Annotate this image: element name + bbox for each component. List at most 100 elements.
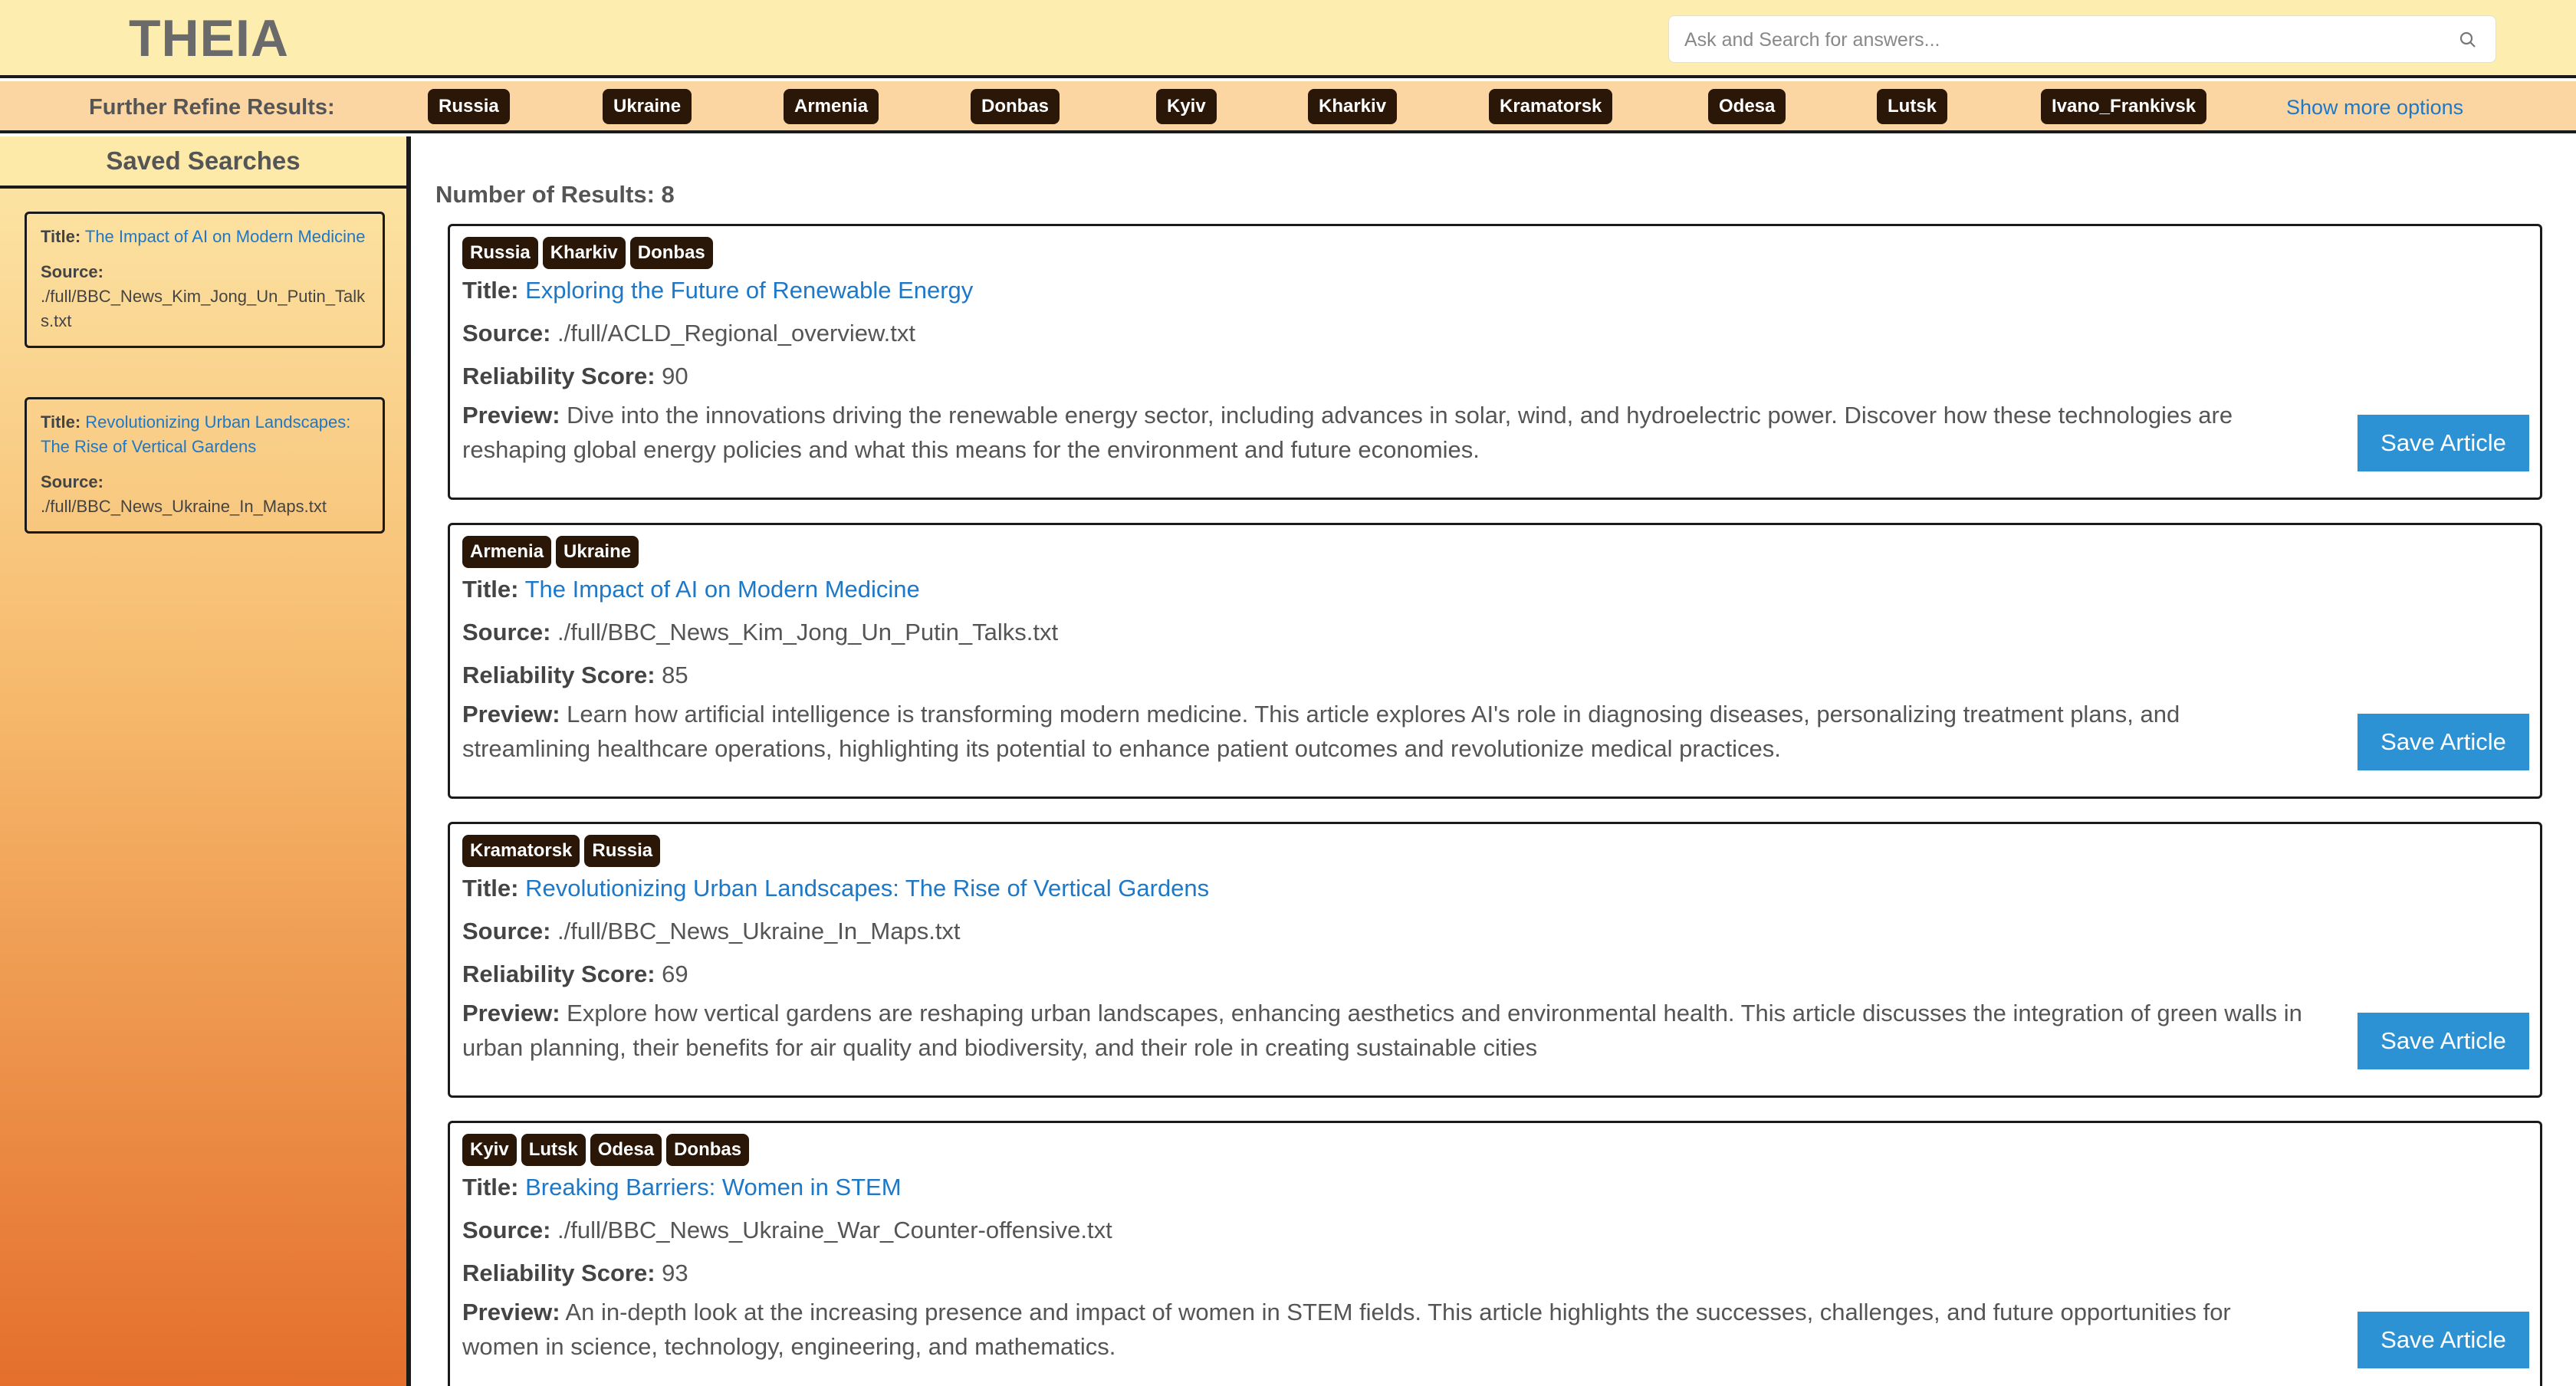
result-source: ./full/BBC_News_Ukraine_War_Counter-offe… — [557, 1217, 1112, 1243]
result-tags: Kyiv Lutsk Odesa Donbas — [462, 1134, 750, 1166]
saved-search-card[interactable]: Title: The Impact of AI on Modern Medici… — [25, 212, 385, 348]
show-more-options-link[interactable]: Show more options — [2286, 81, 2463, 133]
title-label: Title: — [462, 277, 519, 304]
result-score-row: Reliability Score: 90 — [462, 363, 688, 390]
result-source-row: Source: ./full/BBC_News_Ukraine_In_Maps.… — [462, 918, 961, 945]
preview-label: Preview: — [462, 1000, 560, 1026]
result-title-row: Title: Revolutionizing Urban Landscapes:… — [462, 875, 1209, 902]
result-source-row: Source: ./full/BBC_News_Kim_Jong_Un_Puti… — [462, 619, 1058, 646]
search-icon[interactable] — [2459, 31, 2477, 49]
result-score-row: Reliability Score: 85 — [462, 662, 688, 689]
result-preview-text: Learn how artificial intelligence is tra… — [462, 701, 2180, 762]
result-tag[interactable]: Russia — [462, 237, 538, 269]
result-card: Kramatorsk Russia Title: Revolutionizing… — [448, 822, 2542, 1098]
app-logo[interactable]: THEIA — [129, 8, 289, 69]
result-title-link[interactable]: The Impact of AI on Modern Medicine — [525, 576, 920, 603]
results-count: Number of Results: 8 — [435, 181, 675, 208]
saved-search-source: ./full/BBC_News_Ukraine_In_Maps.txt — [41, 497, 327, 516]
save-article-button[interactable]: Save Article — [2358, 1312, 2529, 1368]
source-label: Source: — [41, 262, 104, 281]
score-label: Reliability Score: — [462, 1260, 656, 1286]
search-input[interactable] — [1684, 16, 2420, 64]
result-tag[interactable]: Kharkiv — [542, 237, 626, 269]
result-score: 85 — [662, 662, 688, 688]
result-preview: Preview: Dive into the innovations drivi… — [462, 398, 2302, 467]
result-score: 90 — [662, 363, 688, 389]
source-label: Source: — [462, 619, 551, 645]
result-tag[interactable]: Donbas — [629, 237, 713, 269]
result-score-row: Reliability Score: 93 — [462, 1260, 688, 1287]
refine-tag-lutsk[interactable]: Lutsk — [1877, 89, 1948, 124]
header: THEIA — [0, 0, 2576, 78]
title-label: Title: — [41, 227, 81, 246]
saved-search-title-row: Title: Revolutionizing Urban Landscapes:… — [41, 410, 369, 459]
result-score: 93 — [662, 1260, 688, 1286]
saved-search-title-row: Title: The Impact of AI on Modern Medici… — [41, 225, 369, 249]
title-label: Title: — [462, 875, 519, 902]
refine-tag-russia[interactable]: Russia — [428, 89, 510, 124]
result-tags: Kramatorsk Russia — [462, 835, 661, 867]
saved-searches-heading: Saved Searches — [0, 136, 406, 189]
result-source: ./full/BBC_News_Ukraine_In_Maps.txt — [557, 918, 961, 944]
result-title-row: Title: Breaking Barriers: Women in STEM — [462, 1174, 902, 1201]
result-tag[interactable]: Lutsk — [521, 1134, 586, 1166]
result-tag[interactable]: Ukraine — [556, 536, 639, 568]
refine-tag-kramatorsk[interactable]: Kramatorsk — [1489, 89, 1613, 124]
title-label: Title: — [462, 1174, 519, 1200]
saved-search-source-row: Source: ./full/BBC_News_Ukraine_In_Maps.… — [41, 470, 369, 519]
result-card: Kyiv Lutsk Odesa Donbas Title: Breaking … — [448, 1121, 2542, 1386]
result-title-row: Title: The Impact of AI on Modern Medici… — [462, 576, 920, 603]
result-score-row: Reliability Score: 69 — [462, 961, 688, 988]
refine-bar: Further Refine Results: Russia Ukraine A… — [0, 81, 2576, 133]
result-source: ./full/ACLD_Regional_overview.txt — [557, 320, 915, 346]
result-tag[interactable]: Armenia — [462, 536, 552, 568]
refine-tag-ivano-frankivsk[interactable]: Ivano_Frankivsk — [2041, 89, 2207, 124]
saved-search-title-link[interactable]: Revolutionizing Urban Landscapes: The Ri… — [41, 412, 350, 456]
refine-label: Further Refine Results: — [89, 95, 335, 120]
refine-tag-odesa[interactable]: Odesa — [1708, 89, 1786, 124]
result-title-row: Title: Exploring the Future of Renewable… — [462, 277, 973, 304]
result-preview: Preview: Learn how artificial intelligen… — [462, 697, 2302, 766]
result-title-link[interactable]: Exploring the Future of Renewable Energy — [525, 277, 973, 304]
saved-search-source-row: Source: ./full/BBC_News_Kim_Jong_Un_Puti… — [41, 260, 369, 333]
save-article-button[interactable]: Save Article — [2358, 415, 2529, 471]
refine-tag-kharkiv[interactable]: Kharkiv — [1308, 89, 1398, 124]
result-card: Armenia Ukraine Title: The Impact of AI … — [448, 523, 2542, 799]
result-tags: Russia Kharkiv Donbas — [462, 237, 713, 269]
result-tag[interactable]: Russia — [584, 835, 661, 867]
search-bar[interactable] — [1668, 15, 2496, 64]
saved-search-source: ./full/BBC_News_Kim_Jong_Un_Putin_Talks.… — [41, 287, 366, 330]
result-preview-text: Explore how vertical gardens are reshapi… — [462, 1000, 2302, 1061]
score-label: Reliability Score: — [462, 662, 656, 688]
preview-label: Preview: — [462, 402, 560, 429]
title-label: Title: — [462, 576, 519, 603]
source-label: Source: — [41, 472, 104, 491]
result-tag[interactable]: Odesa — [590, 1134, 662, 1166]
result-source: ./full/BBC_News_Kim_Jong_Un_Putin_Talks.… — [557, 619, 1059, 645]
source-label: Source: — [462, 320, 551, 346]
title-label: Title: — [41, 412, 81, 432]
result-tag[interactable]: Kyiv — [462, 1134, 517, 1166]
save-article-button[interactable]: Save Article — [2358, 1013, 2529, 1069]
result-source-row: Source: ./full/BBC_News_Ukraine_War_Coun… — [462, 1217, 1112, 1244]
result-title-link[interactable]: Breaking Barriers: Women in STEM — [525, 1174, 901, 1200]
result-title-link[interactable]: Revolutionizing Urban Landscapes: The Ri… — [525, 875, 1209, 902]
result-score: 69 — [662, 961, 688, 987]
result-card: Russia Kharkiv Donbas Title: Exploring t… — [448, 224, 2542, 500]
source-label: Source: — [462, 1217, 551, 1243]
refine-tag-armenia[interactable]: Armenia — [784, 89, 879, 124]
result-preview: Preview: An in-depth look at the increas… — [462, 1295, 2302, 1364]
result-tag[interactable]: Kramatorsk — [462, 835, 580, 867]
result-preview: Preview: Explore how vertical gardens ar… — [462, 996, 2302, 1065]
result-preview-text: Dive into the innovations driving the re… — [462, 402, 2233, 463]
result-tag[interactable]: Donbas — [666, 1134, 750, 1166]
score-label: Reliability Score: — [462, 961, 656, 987]
saved-search-title-link[interactable]: The Impact of AI on Modern Medicine — [85, 227, 366, 246]
score-label: Reliability Score: — [462, 363, 656, 389]
refine-tag-ukraine[interactable]: Ukraine — [603, 89, 692, 124]
refine-tag-kyiv[interactable]: Kyiv — [1156, 89, 1217, 124]
result-tags: Armenia Ukraine — [462, 536, 639, 568]
save-article-button[interactable]: Save Article — [2358, 714, 2529, 770]
saved-search-card[interactable]: Title: Revolutionizing Urban Landscapes:… — [25, 397, 385, 534]
refine-tag-donbas[interactable]: Donbas — [971, 89, 1060, 124]
